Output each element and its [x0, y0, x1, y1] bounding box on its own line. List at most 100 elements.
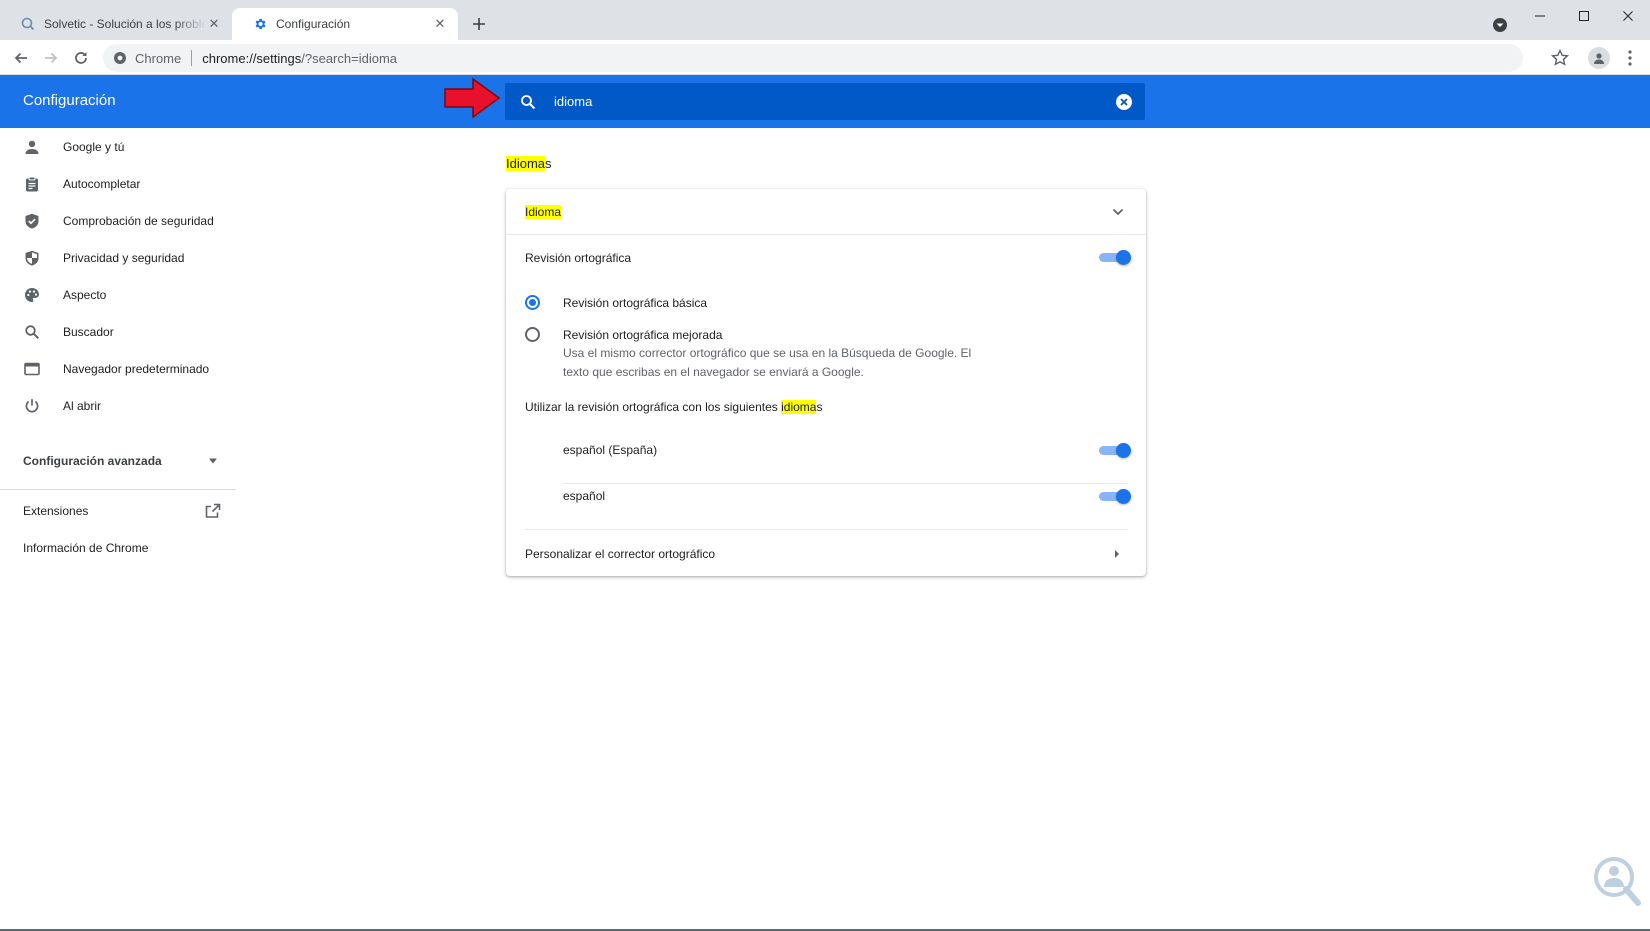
sidebar-extensions-label: Extensiones — [23, 504, 89, 518]
site-chip: Chrome — [135, 50, 182, 66]
page-title: Configuración — [23, 92, 116, 109]
radio-basic-label: Revisión ortográfica básica — [563, 296, 708, 310]
spellcheck-languages-suffix: s — [816, 400, 823, 414]
radio-enhanced-label-row: Revisión ortográfica mejorada — [563, 325, 1023, 345]
sidebar-item-label: Comprobación de seguridad — [63, 213, 214, 228]
radio-enhanced-spellcheck[interactable] — [525, 327, 540, 342]
star-icon — [1550, 48, 1570, 66]
sidebar-divider — [0, 489, 236, 490]
radio-basic-spellcheck[interactable] — [525, 295, 540, 310]
sidebar-item-google[interactable]: Google y tú — [0, 128, 236, 165]
bookmark-star-button[interactable] — [1550, 48, 1570, 68]
radio-enhanced-desc-line-2: texto que escribas en el navegador se en… — [563, 365, 864, 379]
search-icon — [23, 323, 41, 341]
settings-search-input[interactable] — [554, 94, 1115, 109]
sidebar-advanced-toggle[interactable]: Configuración avanzada — [23, 452, 218, 470]
sidebar-item-label: Buscador — [63, 324, 114, 339]
plus-icon — [473, 18, 485, 30]
customize-spellcheck-row[interactable]: Personalizar el corrector ortográfico — [506, 532, 1146, 576]
spellcheck-toggle[interactable] — [1099, 250, 1131, 265]
caret-right-icon — [1115, 550, 1119, 558]
language-expand-row[interactable]: Idioma — [506, 189, 1146, 234]
radio-enhanced-description: Usa el mismo corrector ortográfico que s… — [563, 344, 1023, 382]
radio-enhanced-desc-line-1: Usa el mismo corrector ortográfico que s… — [563, 346, 972, 360]
person-icon — [23, 138, 41, 156]
search-highlight: idioma — [781, 400, 817, 414]
more-vert-icon — [1628, 50, 1632, 66]
reload-icon — [75, 52, 87, 64]
address-bar[interactable]: Chrome chrome://settings/?search=idioma — [103, 44, 1523, 72]
toggle-knob — [1116, 443, 1131, 458]
tab-configuracion[interactable]: Configuración ✕ — [232, 8, 458, 40]
palette-icon — [23, 286, 41, 304]
chevron-down-icon — [1112, 208, 1124, 215]
section-title: Idiomas — [506, 156, 552, 171]
minimize-icon — [1535, 15, 1545, 17]
tab-strip: Solvetic - Solución a los problemas ✕ Co… — [0, 0, 1650, 40]
tab-search-button[interactable] — [1490, 15, 1510, 35]
sidebar-item-autocompletar[interactable]: Autocompletar — [0, 165, 236, 202]
spellcheck-languages-heading: Utilizar la revisión ortográfica con los… — [506, 397, 1146, 417]
forward-button[interactable] — [39, 46, 63, 70]
sidebar-item-safety-check[interactable]: Comprobación de seguridad — [0, 202, 236, 239]
omnibox-separator — [191, 50, 193, 66]
chrome-page-icon — [113, 51, 127, 65]
close-icon — [1623, 11, 1633, 21]
sidebar-item-about[interactable]: Información de Chrome — [23, 541, 148, 555]
clear-search-icon[interactable] — [1115, 93, 1133, 111]
sidebar-item-appearance[interactable]: Aspecto — [0, 276, 236, 313]
sidebar-item-search-engine[interactable]: Buscador — [0, 313, 236, 350]
power-icon — [23, 397, 41, 415]
browser-window-icon — [23, 360, 41, 378]
sidebar-item-label: Navegador predeterminado — [63, 361, 210, 376]
spellcheck-languages-prefix: Utilizar la revisión ortográfica con los… — [525, 400, 782, 414]
language-toggle-es-es[interactable] — [1099, 443, 1131, 458]
maximize-button[interactable] — [1564, 4, 1604, 28]
minimize-button[interactable] — [1520, 4, 1560, 28]
caret-down-icon — [209, 458, 217, 464]
tab-solvetic[interactable]: Solvetic - Solución a los problemas ✕ — [0, 8, 232, 40]
spellcheck-label: Revisión ortográfica — [525, 250, 632, 265]
language-item: español — [563, 486, 1063, 506]
sidebar-item-default-browser[interactable]: Navegador predeterminado — [0, 350, 236, 387]
toggle-knob — [1116, 489, 1131, 504]
sidebar-item-extensions[interactable]: Extensiones — [23, 502, 221, 520]
tab-title: Solvetic - Solución a los problemas — [44, 17, 206, 31]
solvetic-watermark-icon — [1594, 857, 1641, 906]
language-toggle-es[interactable] — [1099, 489, 1131, 504]
profile-avatar[interactable] — [1588, 47, 1610, 69]
tab-title: Configuración — [276, 17, 351, 31]
row-divider — [563, 483, 1128, 484]
language-item: español (España) — [563, 440, 1063, 460]
shield-icon — [23, 249, 41, 267]
url-path: /?search=idioma — [301, 50, 397, 66]
sidebar-item-label: Privacidad y seguridad — [63, 250, 185, 265]
shield-check-icon — [23, 212, 41, 230]
close-window-button[interactable] — [1608, 4, 1648, 28]
radio-enhanced-label: Revisión ortográfica mejorada — [563, 328, 723, 342]
chrome-menu-button[interactable] — [1620, 48, 1640, 68]
open-in-new-icon — [205, 503, 221, 518]
sidebar-item-privacy[interactable]: Privacidad y seguridad — [0, 239, 236, 276]
chevron-down-circle-icon — [1493, 18, 1507, 32]
sidebar-item-on-startup[interactable]: Al abrir — [0, 387, 236, 424]
sidebar-item-label: Al abrir — [63, 398, 102, 413]
back-button[interactable] — [9, 46, 33, 70]
toggle-knob — [1116, 250, 1131, 265]
person-icon — [1594, 53, 1604, 64]
browser-toolbar: Chrome chrome://settings/?search=idioma — [0, 40, 1650, 75]
reload-button[interactable] — [69, 46, 93, 70]
sidebar-item-label: Autocompletar — [63, 176, 141, 191]
new-tab-button[interactable] — [468, 13, 490, 35]
solvetic-favicon — [20, 16, 36, 32]
search-highlight: Idioma — [506, 156, 546, 171]
spellcheck-row: Revisión ortográfica — [506, 235, 1146, 280]
close-tab-icon[interactable]: ✕ — [206, 16, 222, 32]
section-title-rest: s — [545, 156, 552, 171]
settings-gear-icon — [252, 16, 268, 32]
url-host: chrome://settings — [202, 50, 302, 66]
search-icon — [518, 92, 538, 112]
settings-search-box[interactable] — [505, 83, 1145, 120]
close-tab-icon[interactable]: ✕ — [432, 16, 448, 32]
radio-basic-label-row: Revisión ortográfica básica — [563, 293, 963, 313]
